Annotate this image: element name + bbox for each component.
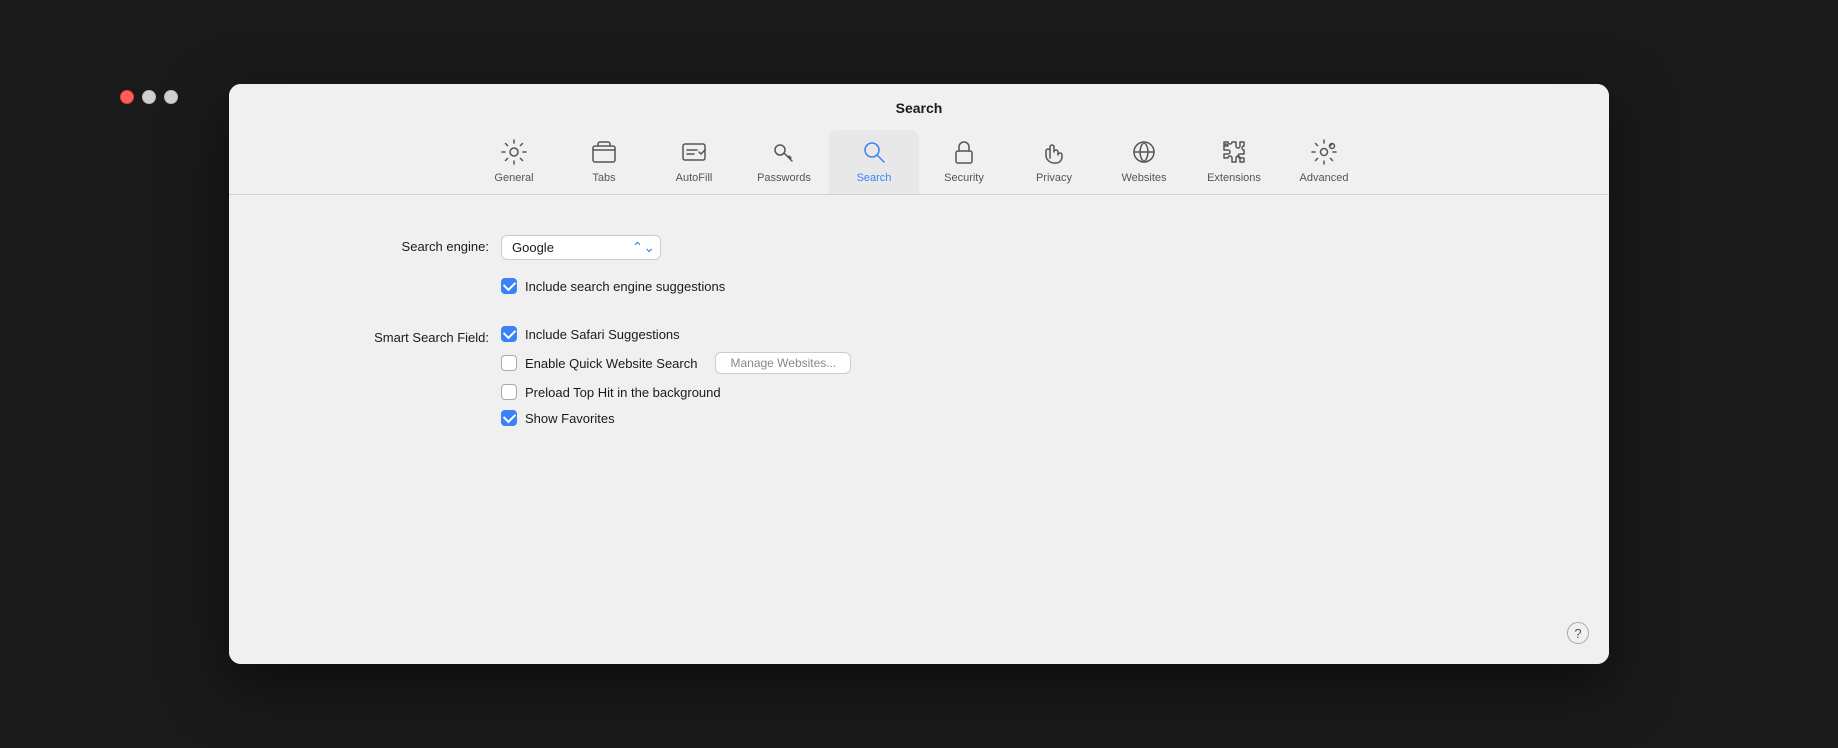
- quick-website-label: Enable Quick Website Search: [525, 356, 697, 371]
- titlebar: Search General Tabs: [229, 84, 1609, 195]
- puzzle-icon: [1220, 138, 1248, 166]
- tab-privacy[interactable]: Privacy: [1009, 130, 1099, 194]
- content-area: Search engine: Google Yahoo Bing DuckDuc…: [229, 195, 1609, 664]
- tab-advanced[interactable]: Advanced: [1279, 130, 1369, 194]
- tab-passwords-label: Passwords: [757, 172, 811, 184]
- gear-advanced-icon: [1310, 138, 1338, 166]
- include-suggestions-label: Include search engine suggestions: [525, 279, 725, 294]
- preload-row: Preload Top Hit in the background: [501, 384, 851, 400]
- include-suggestions-checkbox[interactable]: [501, 278, 517, 294]
- preload-label: Preload Top Hit in the background: [525, 385, 721, 400]
- smart-search-row: Smart Search Field: Include Safari Sugge…: [289, 326, 1549, 426]
- tab-websites-label: Websites: [1121, 172, 1166, 184]
- tab-security[interactable]: Security: [919, 130, 1009, 194]
- tab-advanced-label: Advanced: [1300, 172, 1349, 184]
- safari-suggestions-row: Include Safari Suggestions: [501, 326, 851, 342]
- gear-icon: [500, 138, 528, 166]
- tab-general-label: General: [494, 172, 533, 184]
- tab-search-label: Search: [857, 172, 892, 184]
- include-suggestions-row: Include search engine suggestions: [501, 278, 725, 294]
- window-title: Search: [896, 100, 943, 116]
- tab-security-label: Security: [944, 172, 984, 184]
- search-engine-select-wrapper: Google Yahoo Bing DuckDuckGo Ecosia ⌃⌄: [501, 235, 661, 260]
- tab-autofill-label: AutoFill: [676, 172, 713, 184]
- tabs-icon: [590, 138, 618, 166]
- tab-autofill[interactable]: AutoFill: [649, 130, 739, 194]
- safari-suggestions-label: Include Safari Suggestions: [525, 327, 680, 342]
- show-favorites-label: Show Favorites: [525, 411, 615, 426]
- search-engine-select[interactable]: Google Yahoo Bing DuckDuckGo Ecosia: [501, 235, 661, 260]
- show-favorites-row: Show Favorites: [501, 410, 851, 426]
- key-icon: [770, 138, 798, 166]
- autofill-icon: [680, 138, 708, 166]
- quick-website-checkbox[interactable]: [501, 355, 517, 371]
- quick-website-row: Enable Quick Website Search Manage Websi…: [501, 352, 851, 374]
- search-icon: [860, 138, 888, 166]
- tab-extensions-label: Extensions: [1207, 172, 1261, 184]
- hand-icon: [1040, 138, 1068, 166]
- search-engine-label: Search engine:: [289, 235, 489, 254]
- preferences-window: Search General Tabs: [229, 84, 1609, 664]
- toolbar: General Tabs AutoFill: [469, 130, 1369, 194]
- safari-suggestions-checkbox[interactable]: [501, 326, 517, 342]
- preload-checkbox[interactable]: [501, 384, 517, 400]
- tab-privacy-label: Privacy: [1036, 172, 1072, 184]
- suggestions-spacer: [289, 278, 489, 282]
- tab-websites[interactable]: Websites: [1099, 130, 1189, 194]
- manage-websites-button[interactable]: Manage Websites...: [715, 352, 851, 374]
- tab-search[interactable]: Search: [829, 130, 919, 194]
- smart-search-label: Smart Search Field:: [289, 326, 489, 345]
- tab-tabs[interactable]: Tabs: [559, 130, 649, 194]
- help-button[interactable]: ?: [1567, 622, 1589, 644]
- globe-icon: [1130, 138, 1158, 166]
- tab-tabs-label: Tabs: [592, 172, 615, 184]
- tab-extensions[interactable]: Extensions: [1189, 130, 1279, 194]
- smart-controls: Include Safari Suggestions Enable Quick …: [501, 326, 851, 426]
- show-favorites-checkbox[interactable]: [501, 410, 517, 426]
- tab-passwords[interactable]: Passwords: [739, 130, 829, 194]
- tab-general[interactable]: General: [469, 130, 559, 194]
- suggestions-row: Include search engine suggestions: [289, 278, 1549, 294]
- lock-icon: [950, 138, 978, 166]
- search-engine-row: Search engine: Google Yahoo Bing DuckDuc…: [289, 235, 1549, 260]
